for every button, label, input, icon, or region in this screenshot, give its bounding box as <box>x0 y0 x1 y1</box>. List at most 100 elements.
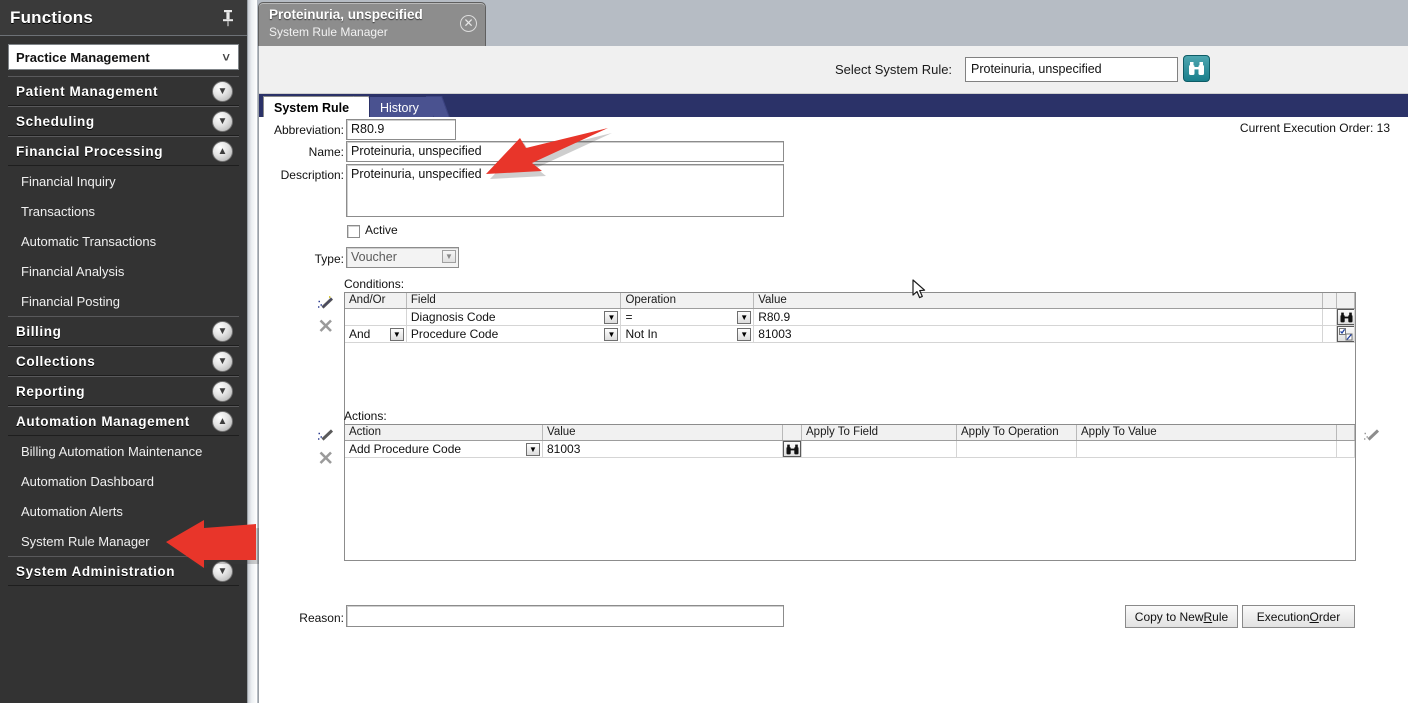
module-select[interactable]: Practice Management ˅ <box>8 44 239 70</box>
chevron-down-circle-icon[interactable]: ▼ <box>212 81 233 102</box>
sidebar-group-label: System Administration <box>16 563 176 579</box>
functions-sidebar: Functions Practice Management ˅ Patient … <box>0 0 248 703</box>
sidebar-group-reporting[interactable]: Reporting ▼ <box>8 376 239 406</box>
sidebar-group-patient-management[interactable]: Patient Management ▼ <box>8 76 239 106</box>
condition-value-text: 81003 <box>758 327 792 341</box>
conditions-col-header: Value <box>754 293 1324 308</box>
conditions-grid[interactable]: And/Or Field Operation Value Diagnosis Code… <box>344 292 1356 429</box>
sidebar-item-label: System Rule Manager <box>21 533 150 549</box>
description-label: Description: <box>280 168 344 182</box>
condition-value-text: R80.9 <box>758 310 791 324</box>
actions-grid[interactable]: Action Value Apply To Field Apply To Operat… <box>344 424 1356 561</box>
condition-lookup-cell[interactable] <box>1337 309 1356 325</box>
chevron-up-circle-icon[interactable]: ▲ <box>212 141 233 162</box>
condition-spacer-cell <box>1323 309 1338 325</box>
binoculars-icon[interactable] <box>783 441 801 457</box>
select-rule-input[interactable]: Proteinuria, unspecified <box>965 57 1178 82</box>
conditions-col-header: Field <box>407 293 622 308</box>
sidebar-item-billing-automation-maintenance[interactable]: Billing Automation Maintenance <box>8 436 239 466</box>
sidebar-item-financial-analysis[interactable]: Financial Analysis <box>8 256 239 286</box>
abbreviation-input[interactable]: R80.9 <box>346 119 456 140</box>
chevron-down-circle-icon[interactable]: ▼ <box>212 561 233 582</box>
copy-to-new-rule-button[interactable]: Copy to New Rule <box>1125 605 1238 628</box>
actions-right-magic-wand-icon[interactable] <box>1361 425 1383 447</box>
sidebar-group-system-administration[interactable]: System Administration ▼ <box>8 556 239 586</box>
chevron-down-circle-icon[interactable]: ▼ <box>212 351 233 372</box>
actions-row[interactable]: Add Procedure Code ▼ 81003 <box>345 441 1355 458</box>
conditions-col-header <box>1323 293 1338 308</box>
condition-field-value: Diagnosis Code <box>410 310 496 324</box>
chevron-down-icon[interactable]: ▼ <box>737 328 752 341</box>
action-name-cell[interactable]: Add Procedure Code ▼ <box>345 441 543 457</box>
action-value-cell[interactable]: 81003 <box>543 441 783 457</box>
chevron-down-icon[interactable]: ▼ <box>604 328 619 341</box>
active-checkbox[interactable] <box>347 225 360 238</box>
chevron-up-circle-icon[interactable]: ▲ <box>212 411 233 432</box>
condition-value-cell[interactable]: R80.9 <box>754 309 1324 325</box>
action-lookup-cell[interactable] <box>783 441 802 457</box>
action-apply-to-operation-cell[interactable] <box>957 441 1077 457</box>
reason-input[interactable] <box>346 605 784 627</box>
type-select-value: Voucher <box>351 250 397 264</box>
chevron-down-circle-icon[interactable]: ▼ <box>212 111 233 132</box>
conditions-label: Conditions: <box>344 277 405 291</box>
condition-andor-cell[interactable] <box>345 309 407 325</box>
main-area: Proteinuria, unspecified System Rule Man… <box>258 0 1408 703</box>
sidebar-group-billing[interactable]: Billing ▼ <box>8 316 239 346</box>
sidebar-group-scheduling[interactable]: Scheduling ▼ <box>8 106 239 136</box>
chevron-down-icon[interactable]: ▼ <box>389 328 404 341</box>
document-tab-proteinuria[interactable]: Proteinuria, unspecified System Rule Man… <box>258 2 486 46</box>
condition-value-cell[interactable]: 81003 <box>754 326 1324 342</box>
sidebar-item-automation-dashboard[interactable]: Automation Dashboard <box>8 466 239 496</box>
chevron-down-icon[interactable]: ▼ <box>604 311 619 324</box>
action-apply-to-value-cell[interactable] <box>1077 441 1337 457</box>
sidebar-group-label: Financial Processing <box>16 143 164 159</box>
type-select[interactable]: Voucher ▼ <box>346 247 459 268</box>
sidebar-item-transactions[interactable]: Transactions <box>8 196 239 226</box>
condition-andor-cell[interactable]: And ▼ <box>345 326 407 342</box>
edit-checkbox-icon[interactable] <box>1337 326 1355 342</box>
execution-order-button[interactable]: Execution Order <box>1242 605 1355 628</box>
tab-system-rule[interactable]: System Rule <box>263 96 365 118</box>
actions-add-magic-wand-icon[interactable] <box>315 425 337 447</box>
conditions-add-magic-wand-icon[interactable] <box>315 293 337 315</box>
chevron-down-icon[interactable]: ▼ <box>737 311 752 324</box>
chevron-down-circle-icon[interactable]: ▼ <box>212 321 233 342</box>
sidebar-group-collections[interactable]: Collections ▼ <box>8 346 239 376</box>
sidebar-group-financial-processing[interactable]: Financial Processing ▲ <box>8 136 239 166</box>
condition-lookup-cell[interactable] <box>1337 326 1356 342</box>
conditions-row[interactable]: And ▼ Procedure Code ▼ Not In ▼ 81003 <box>345 326 1356 343</box>
binoculars-icon[interactable] <box>1183 55 1210 82</box>
chevron-down-icon[interactable]: ▼ <box>526 443 540 456</box>
exec-button-post: rder <box>1318 609 1341 624</box>
content-pane: Select System Rule: Proteinuria, unspeci… <box>258 46 1408 703</box>
document-tab-subtitle: System Rule Manager <box>269 25 388 39</box>
condition-field-cell[interactable]: Procedure Code ▼ <box>407 326 622 342</box>
action-apply-to-field-cell[interactable] <box>802 441 957 457</box>
sidebar-item-automation-alerts[interactable]: Automation Alerts <box>8 496 239 526</box>
actions-delete-x-icon[interactable] <box>315 447 337 469</box>
pushpin-icon[interactable] <box>221 9 235 27</box>
close-circle-icon[interactable]: ✕ <box>460 15 477 32</box>
condition-operation-cell[interactable]: Not In ▼ <box>621 326 755 342</box>
chevron-down-circle-icon[interactable]: ▼ <box>212 381 233 402</box>
condition-field-cell[interactable]: Diagnosis Code ▼ <box>407 309 622 325</box>
sidebar-splitter[interactable] <box>248 0 258 703</box>
actions-col-header: Apply To Operation <box>957 425 1077 440</box>
condition-operation-value: = <box>625 310 633 324</box>
condition-operation-cell[interactable]: = ▼ <box>621 309 755 325</box>
sidebar-item-system-rule-manager[interactable]: System Rule Manager <box>8 526 239 556</box>
name-input[interactable]: Proteinuria, unspecified <box>346 141 784 162</box>
sidebar-group-automation-management[interactable]: Automation Management ▲ <box>8 406 239 436</box>
conditions-row[interactable]: Diagnosis Code ▼ = ▼ R80.9 <box>345 309 1356 326</box>
conditions-delete-x-icon[interactable] <box>315 315 337 337</box>
sidebar-item-automatic-transactions[interactable]: Automatic Transactions <box>8 226 239 256</box>
sidebar-item-financial-posting[interactable]: Financial Posting <box>8 286 239 316</box>
binoculars-icon[interactable] <box>1337 309 1355 325</box>
tab-history[interactable]: History <box>369 96 434 118</box>
sidebar-item-financial-inquiry[interactable]: Financial Inquiry <box>8 166 239 196</box>
description-textarea[interactable]: Proteinuria, unspecified <box>346 164 784 217</box>
sidebar-item-label: Automatic Transactions <box>21 233 157 249</box>
sidebar-group-label: Billing <box>16 323 62 339</box>
document-tabstrip: Proteinuria, unspecified System Rule Man… <box>258 0 1408 46</box>
